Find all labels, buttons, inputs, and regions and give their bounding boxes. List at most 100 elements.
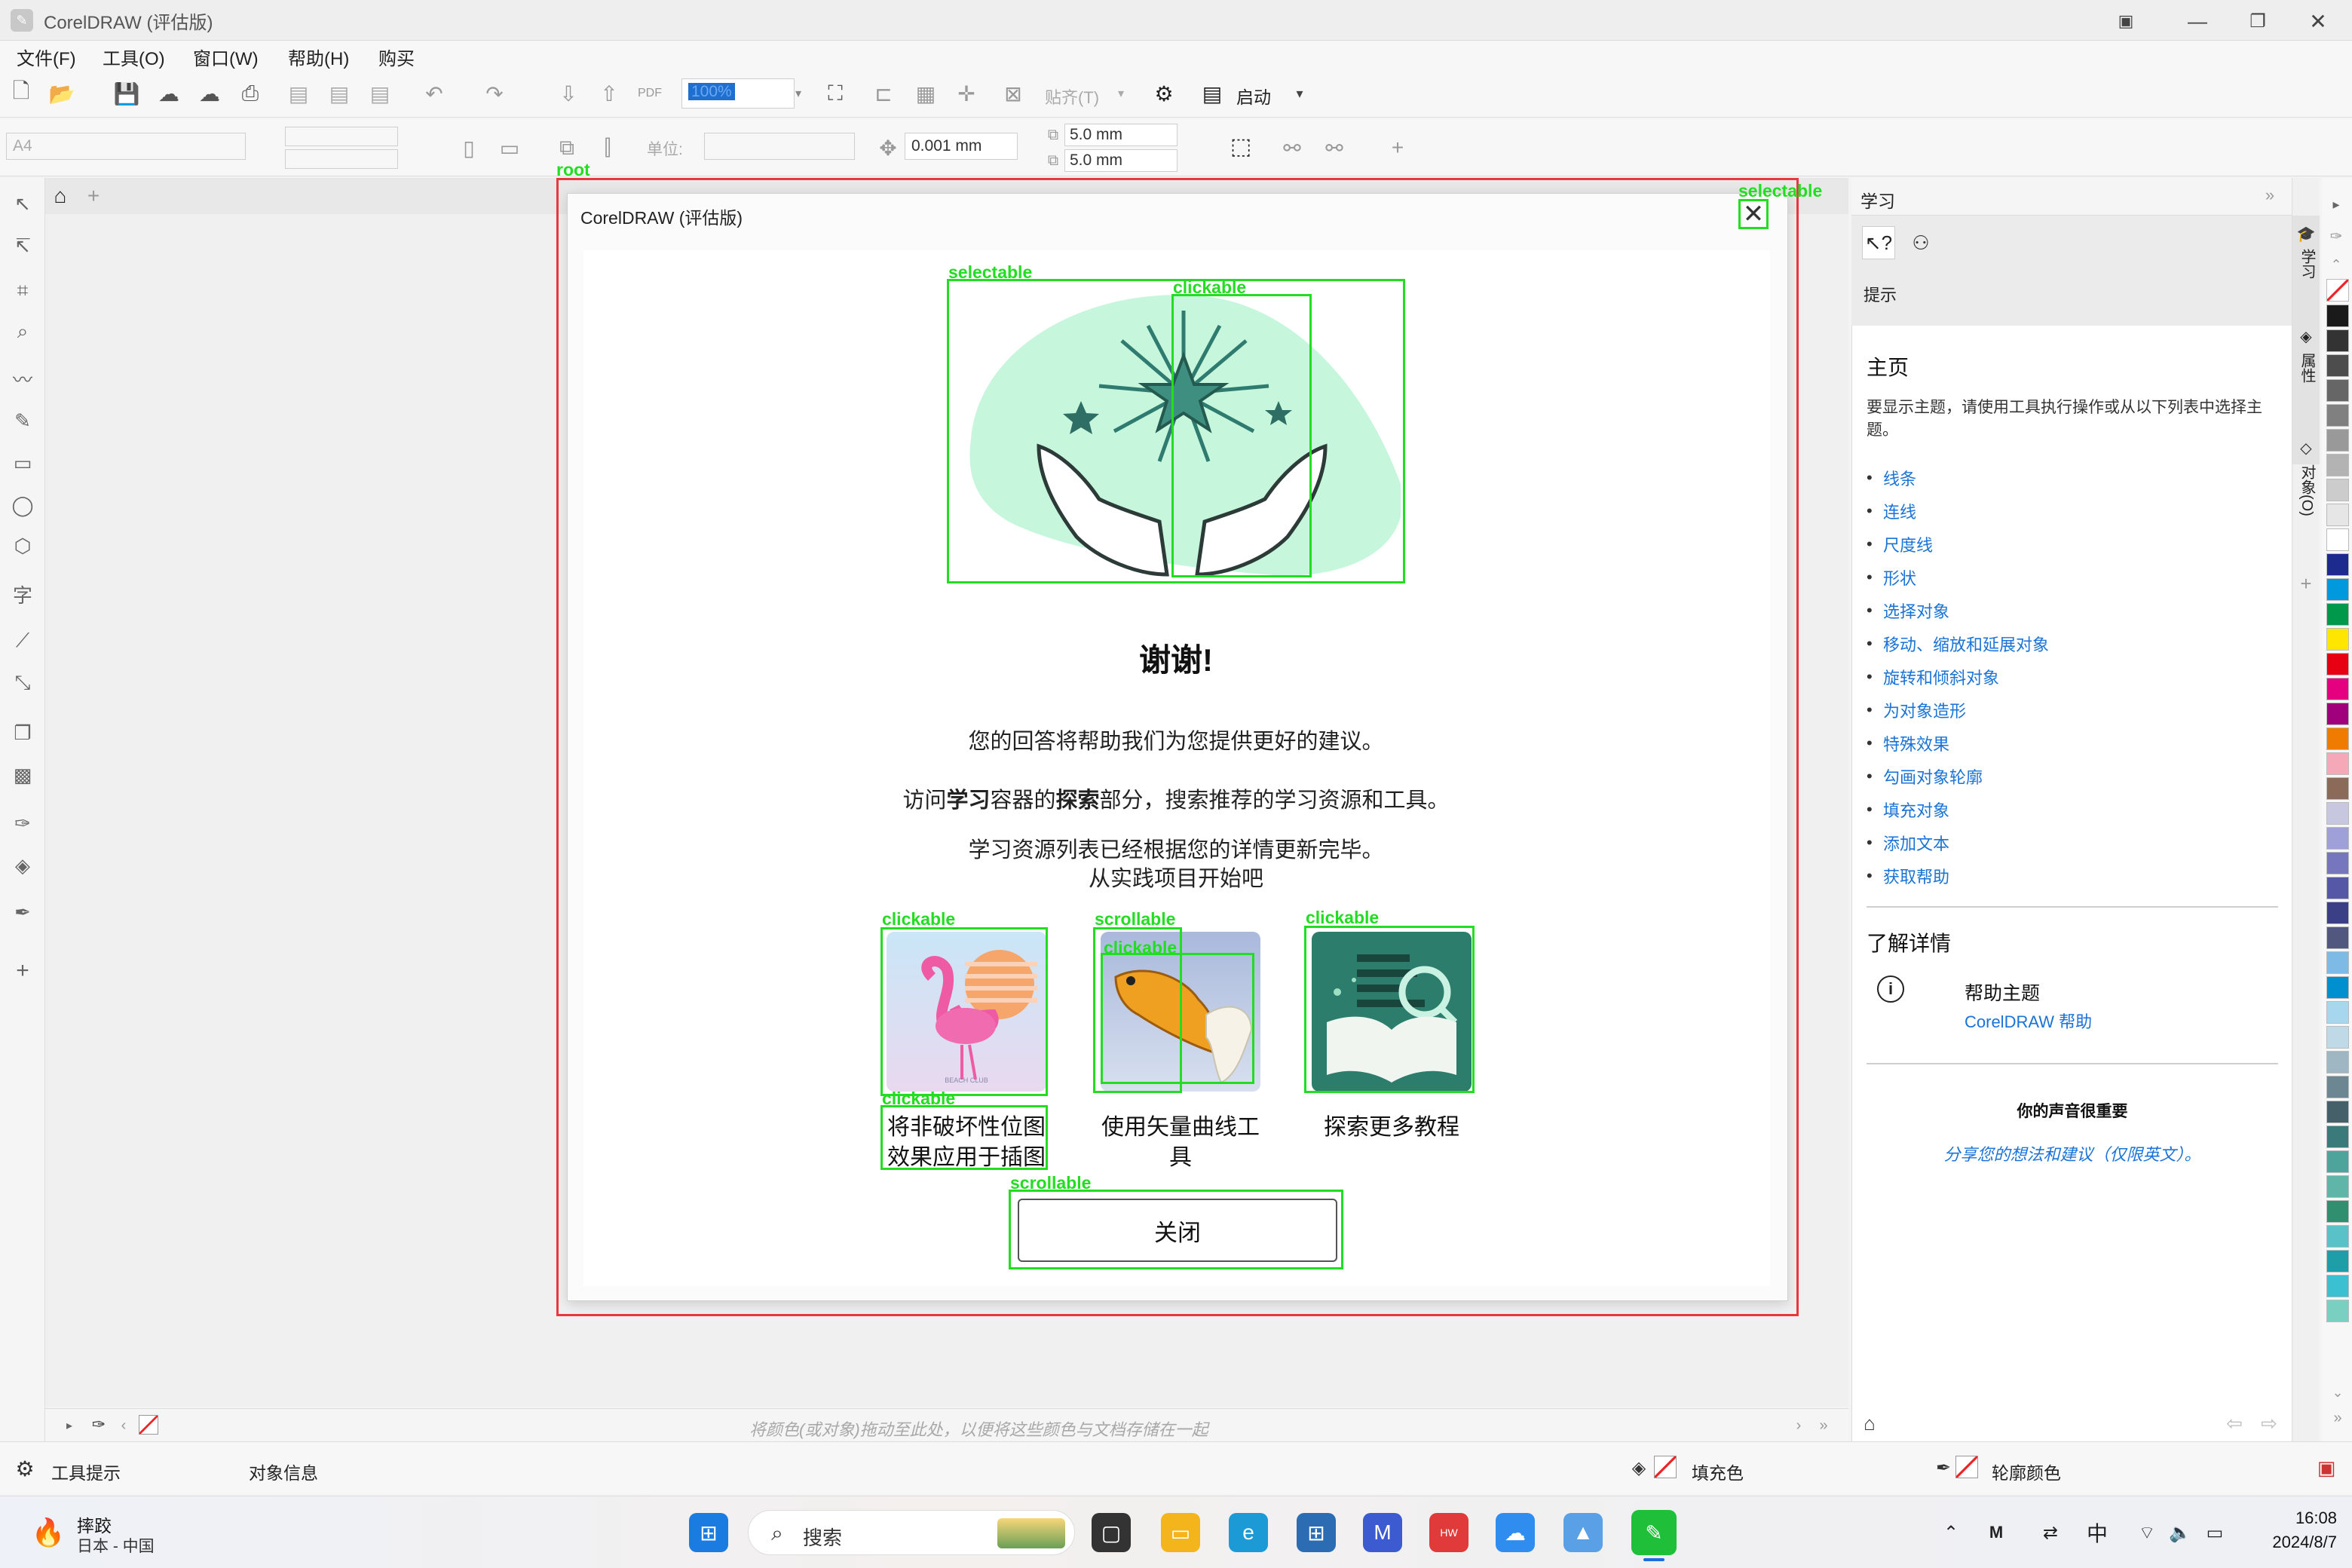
weather-icon[interactable]: 🔥: [30, 1514, 66, 1551]
palette-scroll-up-icon[interactable]: ⌃: [2325, 253, 2347, 276]
office-icon[interactable]: M: [1363, 1513, 1402, 1552]
palette-swatch[interactable]: [2326, 454, 2349, 476]
doc-palette-eyedropper-icon[interactable]: ✑: [87, 1413, 110, 1436]
outline-none-swatch[interactable]: [1955, 1456, 1978, 1478]
transparency-tool-icon[interactable]: ▩: [8, 760, 38, 790]
menu-file[interactable]: 文件(F): [17, 44, 76, 70]
topic-link[interactable]: 选择对象: [1883, 599, 1949, 623]
landscape-icon[interactable]: ▭: [495, 133, 525, 163]
topic-link[interactable]: 连线: [1883, 499, 1916, 523]
palette-swatch[interactable]: [2326, 777, 2349, 800]
palette-swatch[interactable]: [2326, 678, 2349, 700]
ime-indicator[interactable]: 中: [2087, 1517, 2108, 1548]
launch-dropdown-icon[interactable]: ▾: [1291, 81, 1309, 106]
doc-palette-right-icon[interactable]: ›: [1791, 1415, 1806, 1436]
pick-tool-icon[interactable]: ↖: [8, 188, 38, 219]
page-size-select[interactable]: A4: [6, 133, 246, 160]
palette-swatch[interactable]: [2326, 1250, 2349, 1272]
duplicate-y-field[interactable]: 5.0 mm: [1064, 149, 1178, 172]
duplicate-x-field[interactable]: 5.0 mm: [1064, 124, 1178, 146]
back-arrow-icon[interactable]: ⇦: [2221, 1410, 2248, 1437]
topic-link[interactable]: 形状: [1883, 565, 1916, 590]
guidelines-icon[interactable]: ✛: [951, 78, 982, 109]
color-proof-icon[interactable]: ▣: [2311, 1453, 2341, 1483]
learn-home-icon[interactable]: ⌂: [1856, 1410, 1883, 1437]
palette-swatch[interactable]: [2326, 305, 2349, 327]
snap-dropdown-icon[interactable]: ▾: [1113, 81, 1129, 106]
topic-item[interactable]: • 选择对象: [1867, 594, 2274, 627]
topic-item[interactable]: • 添加文本: [1867, 826, 2274, 859]
topic-link[interactable]: 为对象造形: [1883, 698, 1966, 722]
add-toolbar-icon[interactable]: +: [1383, 133, 1413, 163]
tooltips-gear-icon[interactable]: ⚙: [12, 1456, 38, 1481]
import-icon[interactable]: ⇩: [553, 78, 583, 109]
fill-none-swatch[interactable]: [1654, 1456, 1677, 1478]
taskbar-search-box[interactable]: ⌕ 搜索: [748, 1510, 1075, 1555]
collapse-panel-icon[interactable]: »: [2259, 184, 2281, 207]
palette-swatch[interactable]: [2326, 379, 2349, 402]
new-document-icon[interactable]: 🗋: [6, 78, 36, 109]
cloud-upload-icon[interactable]: ☁: [194, 78, 225, 109]
settings-gear-icon[interactable]: ⚙: [1149, 78, 1179, 109]
shadow-tool-icon[interactable]: ❐: [8, 718, 38, 748]
eyedropper-tool-icon[interactable]: ✑: [8, 808, 38, 838]
cloud-app-icon[interactable]: ☁: [1496, 1513, 1535, 1552]
add-docker-icon[interactable]: +: [2295, 572, 2317, 595]
topic-link[interactable]: 添加文本: [1883, 831, 1949, 855]
dimension-tool-icon[interactable]: ⟋: [8, 626, 38, 656]
connector-tool-icon[interactable]: ⤡: [8, 668, 38, 698]
palette-swatch[interactable]: [2326, 1026, 2349, 1049]
topic-link[interactable]: 获取帮助: [1883, 864, 1949, 888]
palette-swatch[interactable]: [2326, 1175, 2349, 1198]
learn-tab-icon[interactable]: 🎓: [2295, 223, 2317, 244]
topic-item[interactable]: • 为对象造形: [1867, 694, 2274, 727]
huawei-icon[interactable]: HW: [1429, 1513, 1468, 1552]
palette-more-icon[interactable]: »: [2326, 1407, 2349, 1429]
photos-icon[interactable]: ▲: [1563, 1513, 1603, 1552]
rulers-icon[interactable]: ⊏: [868, 78, 899, 109]
wifi-icon[interactable]: ⌔: [2132, 1517, 2162, 1548]
palette-scroll-down-icon[interactable]: ⌄: [2326, 1381, 2349, 1404]
snap-icon[interactable]: ⊠: [998, 78, 1028, 109]
palette-swatch[interactable]: [2326, 727, 2349, 750]
learn-user-icon[interactable]: ⚇: [1904, 226, 1937, 259]
launch-label[interactable]: 启动: [1236, 83, 1271, 109]
topic-item[interactable]: • 填充对象: [1867, 793, 2274, 826]
topic-link[interactable]: 移动、缩放和延展对象: [1883, 632, 2049, 656]
nudge-distance-field[interactable]: 0.001 mm: [905, 133, 1018, 160]
palette-swatch[interactable]: [2326, 1300, 2349, 1322]
windows-start-icon[interactable]: ⊞: [689, 1513, 728, 1552]
topic-item[interactable]: • 尺度线: [1867, 528, 2274, 561]
full-screen-icon[interactable]: ⛶: [820, 78, 850, 109]
tab-objects[interactable]: 对象(O): [2297, 464, 2315, 516]
doc-no-color-swatch[interactable]: [139, 1415, 158, 1435]
artistic-media-icon[interactable]: ✎: [8, 406, 38, 436]
weather-subtitle[interactable]: 日本 - 中国: [77, 1534, 155, 1557]
tray-settings-icon[interactable]: ⇄: [2035, 1517, 2066, 1548]
page-width-field[interactable]: [285, 127, 398, 146]
menu-tools[interactable]: 工具(O): [103, 44, 165, 70]
properties-tab-icon[interactable]: ◈: [2295, 326, 2317, 347]
palette-swatch[interactable]: [2326, 976, 2349, 999]
palette-swatch[interactable]: [2326, 703, 2349, 725]
store-icon[interactable]: ⊞: [1297, 1513, 1336, 1552]
home-tab-icon[interactable]: ⌂: [45, 181, 75, 211]
doc-palette-left-icon[interactable]: ‹: [116, 1415, 131, 1436]
task-view-icon[interactable]: ▢: [1092, 1513, 1131, 1552]
palette-swatch[interactable]: [2326, 1150, 2349, 1173]
clock-date[interactable]: 2024/8/7: [2246, 1533, 2337, 1552]
paste-icon[interactable]: ▤: [365, 78, 395, 109]
text-tool-icon[interactable]: 字: [8, 579, 38, 609]
coreldraw-help-link[interactable]: CorelDRAW 帮助: [1965, 1009, 2092, 1033]
doc-palette-expand-icon[interactable]: ▸: [60, 1415, 78, 1436]
topic-link[interactable]: 旋转和倾斜对象: [1883, 665, 1999, 689]
palette-eyedropper-icon[interactable]: ✑: [2325, 225, 2347, 247]
weather-title[interactable]: 摔跤: [77, 1511, 112, 1537]
palette-swatch[interactable]: [2326, 653, 2349, 675]
topic-item[interactable]: • 移动、缩放和延展对象: [1867, 627, 2274, 660]
palette-swatch[interactable]: [2326, 926, 2349, 949]
topic-link[interactable]: 填充对象: [1883, 798, 1949, 822]
topic-item[interactable]: • 勾画对象轮廓: [1867, 760, 2274, 793]
print-icon[interactable]: ⎙: [235, 78, 265, 109]
redo-icon[interactable]: ↷: [479, 78, 510, 109]
